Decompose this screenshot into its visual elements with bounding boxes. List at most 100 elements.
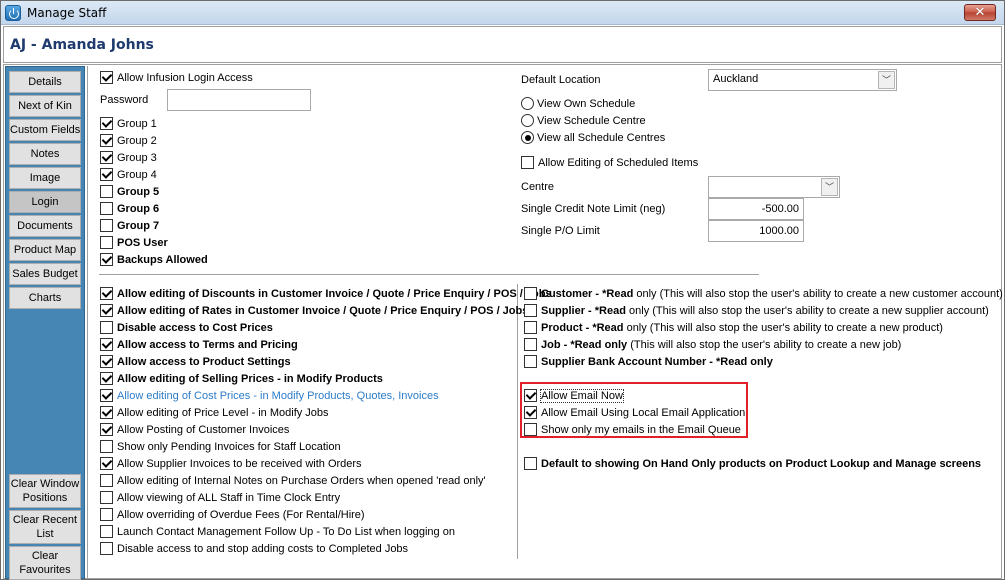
radio-circle[interactable]	[521, 131, 534, 144]
checkbox-box[interactable]	[100, 304, 113, 317]
allow-email-now-checkbox[interactable]: Allow Email Now	[524, 388, 624, 403]
permission-right-checkbox[interactable]: Job - *Read only (This will also stop th…	[524, 338, 901, 351]
radio-circle[interactable]	[521, 97, 534, 110]
view-schedule-centre-radio[interactable]: View Schedule Centre	[521, 114, 646, 127]
checkbox-box[interactable]	[100, 236, 113, 249]
checkbox-box[interactable]	[100, 372, 113, 385]
permission-left-checkbox[interactable]: Allow viewing of ALL Staff in Time Clock…	[100, 491, 340, 504]
permission-left-checkbox[interactable]: Allow editing of Internal Notes on Purch…	[100, 474, 486, 487]
checkbox-box[interactable]	[100, 474, 113, 487]
permission-left-checkbox[interactable]: Allow editing of Rates in Customer Invoi…	[100, 304, 528, 317]
checkbox-box[interactable]	[100, 168, 113, 181]
checkbox-box[interactable]	[100, 185, 113, 198]
checkbox-box[interactable]	[100, 457, 113, 470]
permission-left-checkbox[interactable]: Allow access to Product Settings	[100, 355, 291, 368]
permission-left-checkbox[interactable]: Allow editing of Discounts in Customer I…	[100, 287, 552, 300]
default-location-select[interactable]: Auckland ﹀	[708, 69, 897, 91]
checkbox-box[interactable]	[100, 134, 113, 147]
clear-window-positions-button[interactable]: Clear Window Positions	[9, 474, 81, 508]
clear-recent-list-button[interactable]: Clear Recent List	[9, 510, 81, 544]
sidebar-item-next-of-kin[interactable]: Next of Kin	[9, 95, 81, 117]
checkbox-box[interactable]	[524, 287, 537, 300]
sidebar-item-notes[interactable]: Notes	[9, 143, 81, 165]
checkbox-box[interactable]	[524, 321, 537, 334]
permission-left-checkbox[interactable]: Allow editing of Price Level - in Modify…	[100, 406, 329, 419]
sidebar-item-login[interactable]: Login	[9, 191, 81, 213]
allow-login-checkbox[interactable]: Allow Infusion Login Access	[100, 71, 253, 84]
group-1-checkbox[interactable]: Group 1	[100, 117, 157, 130]
sidebar-item-sales-budget[interactable]: Sales Budget	[9, 263, 81, 285]
show-only-my-emails-checkbox[interactable]: Show only my emails in the Email Queue	[524, 423, 741, 436]
po-limit-input[interactable]	[708, 220, 804, 242]
checkbox-box[interactable]	[524, 457, 537, 470]
chevron-down-icon[interactable]: ﹀	[878, 71, 895, 89]
checkbox-box[interactable]	[100, 542, 113, 555]
checkbox-box[interactable]	[100, 508, 113, 521]
checkbox-box[interactable]	[100, 321, 113, 334]
group-4-checkbox[interactable]: Group 4	[100, 168, 157, 181]
checkbox-box[interactable]	[524, 406, 537, 419]
sidebar-item-product-map[interactable]: Product Map	[9, 239, 81, 261]
centre-select[interactable]: ﹀	[708, 176, 840, 198]
sidebar-item-documents[interactable]: Documents	[9, 215, 81, 237]
allow-email-local-app-checkbox[interactable]: Allow Email Using Local Email Applicatio…	[524, 406, 745, 419]
checkbox-box[interactable]	[100, 406, 113, 419]
checkbox-box[interactable]	[524, 389, 537, 402]
checkbox-box[interactable]	[524, 338, 537, 351]
sidebar-item-image[interactable]: Image	[9, 167, 81, 189]
checkbox-box[interactable]	[100, 338, 113, 351]
checkbox-box[interactable]	[100, 423, 113, 436]
checkbox-box[interactable]	[100, 355, 113, 368]
permission-left-checkbox[interactable]: Allow Supplier Invoices to be received w…	[100, 457, 362, 470]
checkbox-box[interactable]	[100, 525, 113, 538]
checkbox-box[interactable]	[100, 491, 113, 504]
checkbox-box[interactable]	[524, 423, 537, 436]
group-2-checkbox[interactable]: Group 2	[100, 134, 157, 147]
group-7-checkbox[interactable]: Group 7	[100, 219, 159, 232]
checkbox-box[interactable]	[100, 202, 113, 215]
sidebar-item-details[interactable]: Details	[9, 71, 81, 93]
permission-left-checkbox[interactable]: Launch Contact Management Follow Up - To…	[100, 525, 455, 538]
credit-note-limit-input[interactable]	[708, 198, 804, 220]
sidebar-item-charts[interactable]: Charts	[9, 287, 81, 309]
permission-left-checkbox[interactable]: Disable access to Cost Prices	[100, 321, 273, 334]
checkbox-box[interactable]	[524, 355, 537, 368]
sidebar-item-custom-fields[interactable]: Custom Fields	[9, 119, 81, 141]
permission-left-checkbox[interactable]: Allow Posting of Customer Invoices	[100, 423, 289, 436]
permission-left-checkbox[interactable]: Allow overriding of Overdue Fees (For Re…	[100, 508, 365, 521]
on-hand-default-checkbox[interactable]: Default to showing On Hand Only products…	[524, 457, 981, 470]
allow-editing-scheduled-checkbox[interactable]: Allow Editing of Scheduled Items	[521, 156, 698, 169]
group-5-checkbox[interactable]: Group 5	[100, 185, 159, 198]
clear-favourites-button[interactable]: Clear Favourites	[9, 546, 81, 580]
checkbox-box[interactable]	[100, 151, 113, 164]
checkbox-box[interactable]	[524, 304, 537, 317]
permission-left-checkbox[interactable]: Allow editing of Selling Prices - in Mod…	[100, 372, 383, 385]
permission-left-checkbox[interactable]: Allow editing of Cost Prices - in Modify…	[100, 389, 439, 402]
chevron-down-icon[interactable]: ﹀	[821, 178, 838, 196]
view-own-schedule-radio[interactable]: View Own Schedule	[521, 97, 635, 110]
permission-left-checkbox[interactable]: Allow access to Terms and Pricing	[100, 338, 298, 351]
permission-right-checkbox[interactable]: Supplier - *Read only (This will also st…	[524, 304, 989, 317]
permission-left-checkbox[interactable]: Show only Pending Invoices for Staff Loc…	[100, 440, 341, 453]
group-6-label: Group 6	[117, 202, 160, 215]
checkbox-box[interactable]	[521, 156, 534, 169]
permission-right-checkbox[interactable]: Customer - *Read only (This will also st…	[524, 287, 1003, 300]
radio-circle[interactable]	[521, 114, 534, 127]
checkbox-box[interactable]	[100, 253, 113, 266]
permission-left-checkbox[interactable]: Disable access to and stop adding costs …	[100, 542, 408, 555]
close-button[interactable]: ✕	[964, 4, 996, 21]
password-input[interactable]	[167, 89, 311, 111]
view-all-schedule-centres-radio[interactable]: View all Schedule Centres	[521, 131, 665, 144]
group-3-checkbox[interactable]: Group 3	[100, 151, 157, 164]
pos-user-checkbox[interactable]: POS User	[100, 236, 168, 249]
backups-allowed-checkbox[interactable]: Backups Allowed	[100, 253, 208, 266]
checkbox-box[interactable]	[100, 219, 113, 232]
checkbox-box[interactable]	[100, 440, 113, 453]
group-6-checkbox[interactable]: Group 6	[100, 202, 159, 215]
permission-right-checkbox[interactable]: Supplier Bank Account Number - *Read onl…	[524, 355, 773, 368]
checkbox-box[interactable]	[100, 71, 113, 84]
permission-right-checkbox[interactable]: Product - *Read only (This will also sto…	[524, 321, 943, 334]
checkbox-box[interactable]	[100, 287, 113, 300]
checkbox-box[interactable]	[100, 389, 113, 402]
checkbox-box[interactable]	[100, 117, 113, 130]
